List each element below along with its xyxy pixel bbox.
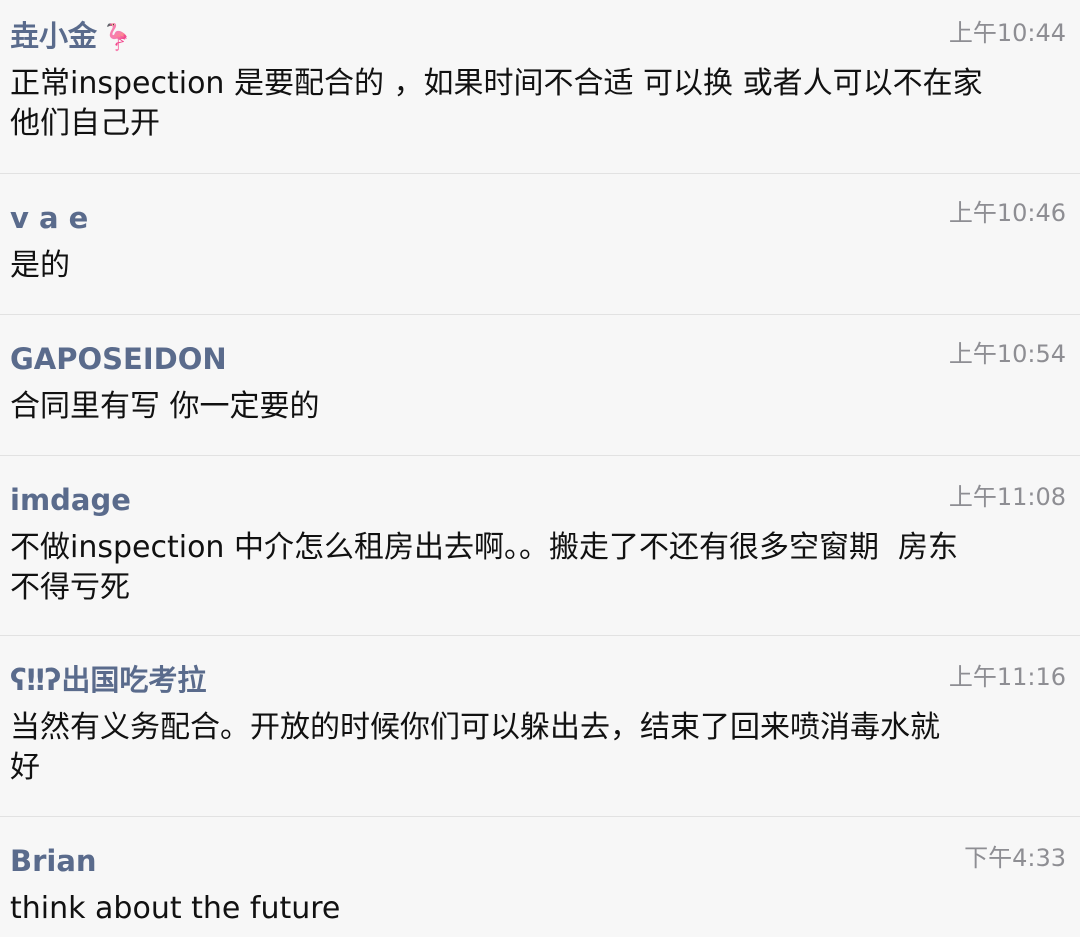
- sender-name[interactable]: v a e: [10, 200, 88, 236]
- sender-name[interactable]: Brian: [10, 843, 97, 879]
- message-text: think about the future: [10, 891, 341, 926]
- message-text: 不做inspection 中介怎么租房出去啊。。搬走了不还有很多空窗期 房东 不…: [10, 530, 959, 605]
- message-timestamp: 上午10:54: [948, 340, 1066, 368]
- message-item[interactable]: v a e 上午10:46 是的: [0, 174, 1080, 315]
- message-text: 是的: [10, 248, 70, 283]
- message-timestamp: 上午10:44: [948, 19, 1066, 47]
- message-text: 合同里有写 你一定要的: [10, 389, 320, 424]
- message-text: 当然有义务配合。开放的时候你们可以躲出去，结束了回来喷消毒水就 好: [10, 710, 940, 785]
- message-item[interactable]: 垚小金 🦩 上午10:44 正常inspection 是要配合的 ，如果时间不合适…: [0, 0, 1080, 174]
- message-timestamp: 下午4:33: [964, 844, 1066, 872]
- message-text: 正常inspection 是要配合的 ，如果时间不合适 可以换 或者人可以不在家…: [10, 66, 983, 141]
- sender-name[interactable]: imdage: [10, 482, 131, 518]
- sender-name[interactable]: GAPOSEIDON: [10, 341, 227, 377]
- message-item[interactable]: ʕ‼ʔ出国吃考拉 上午11:16 当然有义务配合。开放的时候你们可以躲出去，结束…: [0, 636, 1080, 817]
- message-timestamp: 上午11:16: [948, 663, 1066, 691]
- message-timestamp: 上午11:08: [948, 483, 1066, 511]
- flamingo-icon: 🦩: [101, 23, 134, 53]
- message-item[interactable]: GAPOSEIDON 上午10:54 合同里有写 你一定要的: [0, 315, 1080, 456]
- message-item[interactable]: Brian 下午4:33 think about the future: [0, 817, 1080, 937]
- message-item[interactable]: imdage 上午11:08 不做inspection 中介怎么租房出去啊。。搬…: [0, 456, 1080, 636]
- sender-name[interactable]: 垚小金 🦩: [10, 18, 133, 56]
- chat-thread: 垚小金 🦩 上午10:44 正常inspection 是要配合的 ，如果时间不合适…: [0, 0, 1080, 937]
- sender-name[interactable]: ʕ‼ʔ出国吃考拉: [10, 662, 206, 698]
- message-timestamp: 上午10:46: [948, 199, 1066, 227]
- sender-name-text[interactable]: 垚小金: [10, 19, 97, 53]
